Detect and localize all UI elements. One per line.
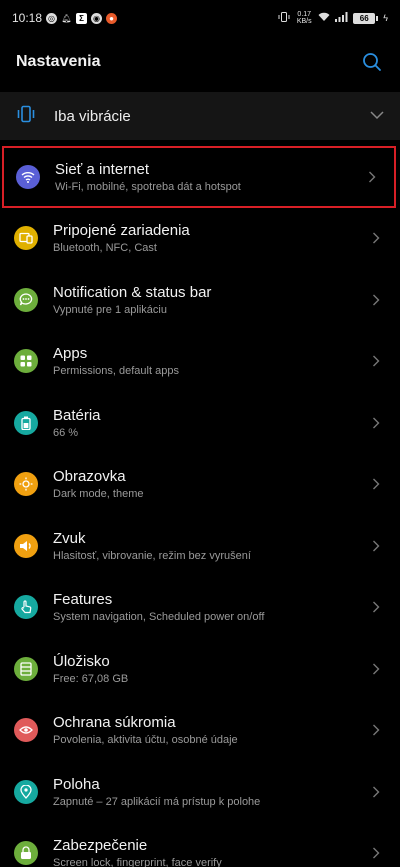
app-icon: ◉: [91, 12, 103, 24]
search-icon: [363, 53, 381, 71]
chevron-right-icon: [368, 663, 384, 675]
settings-item-subtitle: Zapnuté – 27 aplikácií má prístup k polo…: [53, 795, 261, 808]
settings-item-subtitle: Screen lock, fingerprint, face verify: [53, 857, 222, 867]
settings-item-subtitle: 66 %: [53, 426, 79, 439]
settings-item-title: Notification & status bar: [53, 283, 212, 301]
settings-item-title: Úložisko: [53, 652, 110, 670]
apps-icon: [14, 349, 38, 374]
settings-item-brightness[interactable]: Obrazovka Dark mode, theme: [0, 454, 400, 516]
devices-icon: [14, 226, 38, 251]
settings-item-privacy-eye[interactable]: Ochrana súkromia Povolenia, aktivita účtu…: [0, 700, 400, 762]
settings-item-lock[interactable]: Zabezpečenie Screen lock, fingerprint, fa…: [0, 823, 400, 867]
privacy-eye-icon: [14, 718, 38, 743]
chevron-right-icon: [364, 171, 380, 183]
battery-level: 66: [353, 12, 376, 24]
settings-item-subtitle: Permissions, default apps: [53, 365, 179, 378]
chevron-right-icon: [368, 601, 384, 613]
settings-item-subtitle: System navigation, Scheduled power on/of…: [53, 611, 265, 624]
settings-item-hand[interactable]: Features System navigation, Scheduled pow…: [0, 577, 400, 639]
network-speed: 0.17 KB/s: [296, 11, 312, 25]
chevron-right-icon: [368, 786, 384, 798]
settings-item-title: Zvuk: [53, 529, 86, 547]
chevron-right-icon: [368, 478, 384, 490]
settings-list: Sieť a internet Wi-Fi, mobilné, spotreba …: [0, 146, 400, 867]
signal-icon: [335, 11, 348, 25]
charging-icon: ϟ: [383, 13, 388, 23]
settings-item-chat[interactable]: Notification & status bar Vypnuté pre 1 a…: [0, 269, 400, 331]
battery-icon: [14, 410, 38, 435]
settings-item-storage[interactable]: Úložisko Free: 67,08 GB: [0, 638, 400, 700]
volume-icon: [14, 533, 38, 558]
flame-icon: ●: [106, 12, 118, 24]
bell-icon: 🔔︎: [61, 13, 72, 23]
settings-item-title: Obrazovka: [53, 468, 126, 486]
hand-icon: [14, 595, 38, 620]
settings-item-subtitle: Hlasitosť, vibrovanie, režim bez vyrušen…: [53, 549, 251, 562]
battery-indicator: 66: [353, 12, 379, 24]
chevron-right-icon: [368, 294, 384, 306]
settings-item-title: Pripojené zariadenia: [53, 222, 190, 240]
settings-item-subtitle: Povolenia, aktivita účtu, osobné údaje: [53, 734, 238, 747]
settings-item-wifi[interactable]: Sieť a internet Wi-Fi, mobilné, spotreba …: [2, 146, 396, 208]
lock-icon: [14, 841, 38, 866]
wifi-status-icon: [318, 11, 330, 25]
chevron-right-icon: [368, 540, 384, 552]
settings-item-location[interactable]: Poloha Zapnuté – 27 aplikácií má prístup …: [0, 761, 400, 823]
chevron-right-icon: [368, 232, 384, 244]
wifi-icon: [16, 164, 40, 189]
settings-item-devices[interactable]: Pripojené zariadenia Bluetooth, NFC, Cast: [0, 208, 400, 270]
vibrate-status-icon: [278, 11, 290, 26]
settings-item-title: Apps: [53, 345, 88, 363]
chevron-down-icon[interactable]: [370, 107, 384, 125]
settings-item-title: Sieť a internet: [55, 160, 150, 178]
chat-icon: [14, 287, 38, 312]
header: Nastavenia: [0, 36, 400, 88]
settings-item-apps[interactable]: Apps Permissions, default apps: [0, 331, 400, 393]
settings-item-subtitle: Vypnuté pre 1 aplikáciu: [53, 303, 167, 316]
vibrate-only-toggle[interactable]: Iba vibrácie: [0, 92, 400, 140]
brightness-icon: [14, 472, 38, 497]
whatsapp-icon: ◎: [46, 12, 58, 24]
chevron-right-icon: [368, 847, 384, 859]
settings-item-subtitle: Bluetooth, NFC, Cast: [53, 242, 157, 255]
settings-item-title: Features: [53, 591, 113, 609]
settings-item-subtitle: Free: 67,08 GB: [53, 672, 129, 685]
location-icon: [14, 779, 38, 804]
vibrate-icon: [16, 104, 36, 129]
settings-item-title: Batéria: [53, 406, 101, 424]
chevron-right-icon: [368, 724, 384, 736]
search-button[interactable]: [360, 50, 384, 74]
chevron-right-icon: [368, 355, 384, 367]
settings-item-title: Ochrana súkromia: [53, 714, 176, 732]
settings-item-subtitle: Wi-Fi, mobilné, spotreba dát a hotspot: [55, 180, 241, 193]
settings-item-subtitle: Dark mode, theme: [53, 488, 144, 501]
clock: 10:18: [12, 11, 43, 25]
vibrate-label: Iba vibrácie: [54, 107, 131, 125]
settings-item-battery[interactable]: Batéria 66 %: [0, 392, 400, 454]
settings-item-volume[interactable]: Zvuk Hlasitosť, vibrovanie, režim bez vyr…: [0, 515, 400, 577]
settings-item-title: Zabezpečenie: [53, 837, 148, 855]
storage-icon: [14, 656, 38, 681]
chevron-right-icon: [368, 417, 384, 429]
status-bar: 10:18 ◎ 🔔︎ Σ ◉ ● 0.17 KB/s 66 ϟ: [0, 0, 400, 36]
page-title: Nastavenia: [16, 53, 101, 70]
sigma-icon: Σ: [76, 12, 88, 24]
settings-item-title: Poloha: [53, 775, 100, 793]
